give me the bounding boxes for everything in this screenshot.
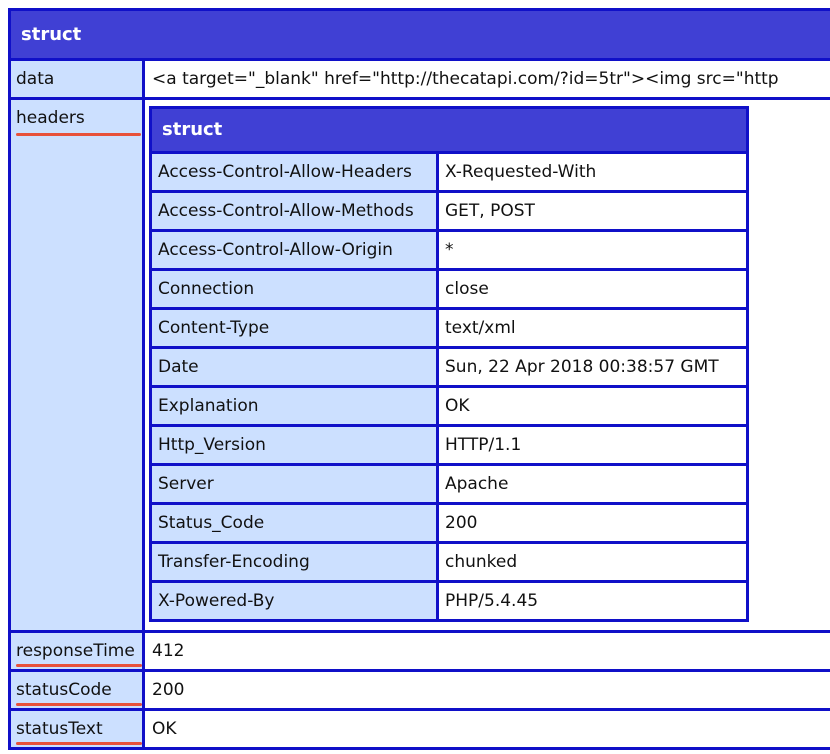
headers-struct-table: struct Access-Control-Allow-Headers X-Req… — [149, 106, 749, 622]
header-key: Content-Type — [152, 310, 439, 346]
header-value: GET, POST — [445, 201, 535, 221]
header-row: Status_Code 200 — [152, 505, 746, 544]
header-key: Explanation — [152, 388, 439, 424]
header-value: Sun, 22 Apr 2018 00:38:57 GMT — [445, 357, 719, 377]
header-key: Transfer-Encoding — [152, 544, 439, 580]
header-row: Http_Version HTTP/1.1 — [152, 427, 746, 466]
header-row: Connection close — [152, 271, 746, 310]
header-key: Date — [152, 349, 439, 385]
data-key: data — [11, 61, 145, 97]
data-value: <a target="_blank" href="http://thecatap… — [145, 61, 830, 97]
header-row: Access-Control-Allow-Origin * — [152, 232, 746, 271]
header-row: Content-Type text/xml — [152, 310, 746, 349]
response-time-row: responseTime 412 — [11, 633, 830, 672]
status-code-key[interactable]: statusCode — [11, 672, 145, 708]
status-text-value: OK — [145, 711, 830, 747]
headers-struct-title: struct — [152, 109, 746, 154]
data-row: data <a target="_blank" href="http://the… — [11, 61, 830, 100]
response-time-key[interactable]: responseTime — [11, 633, 145, 669]
status-code-underline — [16, 703, 142, 706]
headers-row: headers struct Access-Control-Allow-Head… — [11, 100, 830, 633]
header-row: Explanation OK — [152, 388, 746, 427]
header-value: chunked — [445, 552, 518, 572]
header-key: Access-Control-Allow-Methods — [152, 193, 439, 229]
header-row: Server Apache — [152, 466, 746, 505]
status-text-row: statusText OK — [11, 711, 830, 747]
header-value: PHP/5.4.45 — [445, 591, 539, 611]
header-key: Status_Code — [152, 505, 439, 541]
header-value: * — [445, 240, 454, 260]
header-key: Server — [152, 466, 439, 502]
status-code-row: statusCode 200 — [11, 672, 830, 711]
struct-title: struct — [11, 11, 830, 61]
status-text-underline — [16, 742, 142, 745]
header-row: Access-Control-Allow-Methods GET, POST — [152, 193, 746, 232]
data-key-label: data — [16, 69, 55, 89]
struct-table: struct data <a target="_blank" href="htt… — [8, 8, 830, 750]
header-value: OK — [445, 396, 470, 416]
header-row: Date Sun, 22 Apr 2018 00:38:57 GMT — [152, 349, 746, 388]
header-value: X-Requested-With — [445, 162, 597, 182]
headers-key[interactable]: headers — [11, 100, 145, 630]
header-value: HTTP/1.1 — [445, 435, 522, 455]
headers-value: struct Access-Control-Allow-Headers X-Req… — [145, 100, 830, 630]
header-key: Connection — [152, 271, 439, 307]
header-row: X-Powered-By PHP/5.4.45 — [152, 583, 746, 619]
status-text-key[interactable]: statusText — [11, 711, 145, 747]
header-key: Http_Version — [152, 427, 439, 463]
header-key: X-Powered-By — [152, 583, 439, 619]
headers-underline — [16, 133, 141, 136]
header-row: Transfer-Encoding chunked — [152, 544, 746, 583]
response-time-underline — [16, 664, 142, 667]
header-value: Apache — [445, 474, 509, 494]
header-value: text/xml — [445, 318, 516, 338]
response-time-value: 412 — [145, 633, 830, 669]
header-row: Access-Control-Allow-Headers X-Requested-… — [152, 154, 746, 193]
header-key: Access-Control-Allow-Headers — [152, 154, 439, 190]
header-key: Access-Control-Allow-Origin — [152, 232, 439, 268]
header-value: 200 — [445, 513, 478, 533]
headers-key-label: headers — [16, 108, 85, 128]
header-value: close — [445, 279, 489, 299]
status-code-value: 200 — [145, 672, 830, 708]
